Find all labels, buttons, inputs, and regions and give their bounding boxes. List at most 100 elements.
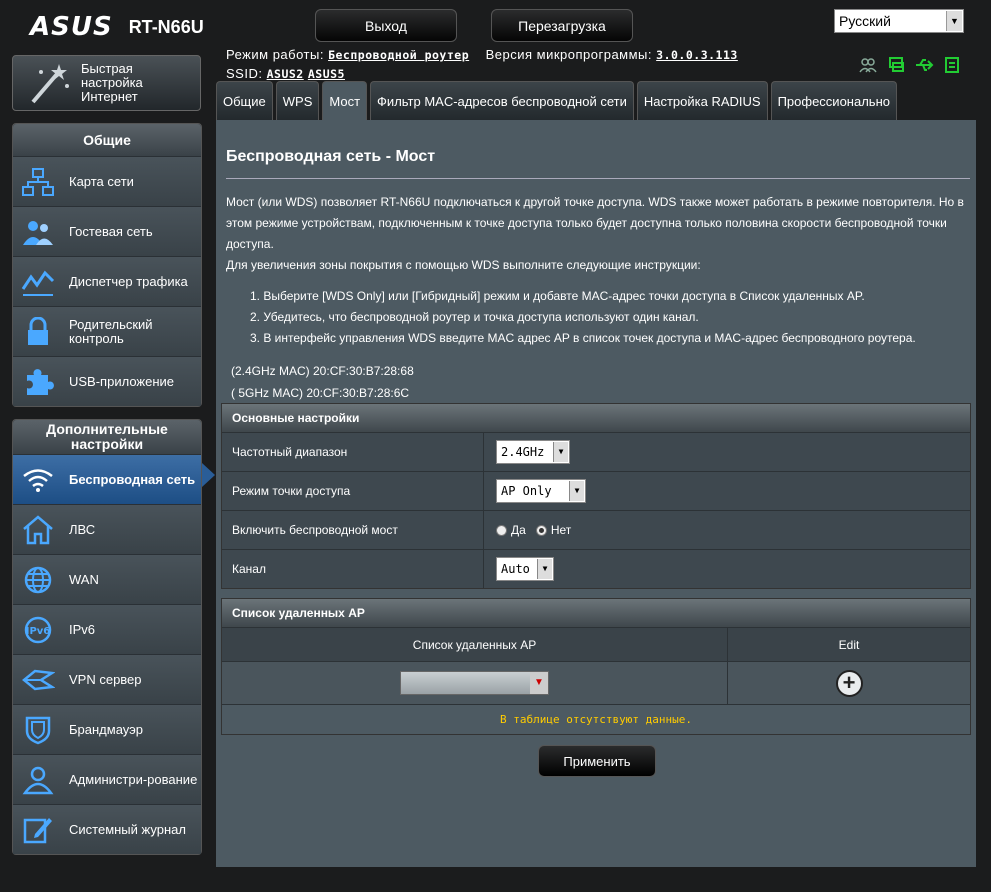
lock-icon (21, 315, 55, 349)
model-name: RT-N66U (128, 16, 204, 37)
empty-table-message: В таблице отсутствуют данные. (222, 704, 970, 734)
tab-general[interactable]: Общие (216, 81, 273, 120)
tab-bridge[interactable]: Мост (322, 81, 368, 120)
sidebar-item-network-map[interactable]: Карта сети (13, 156, 201, 206)
sidebar-item-label: Брандмауэр (69, 721, 143, 737)
ap-mode-select[interactable]: AP Only ▼ (496, 479, 586, 503)
operation-info: Режим работы: Беспроводной роутер Версия… (226, 47, 738, 62)
ipv6-icon: IPv6 (21, 613, 55, 647)
network-status-icon[interactable] (886, 55, 906, 75)
remote-ap-title: Список удаленных AP (222, 599, 970, 627)
description: Мост (или WDS) позволяет RT-N66U подключ… (226, 192, 976, 276)
sidebar-item-usb-app[interactable]: USB-приложение (13, 356, 201, 406)
page-title: Беспроводная сеть - Мост (226, 148, 436, 165)
quick-setup-button[interactable]: Быстрая настройка Интернет (12, 55, 201, 111)
table-header-row: Список удаленных AP Edit (222, 627, 970, 661)
description-text: Мост (или WDS) позволяет RT-N66U подключ… (226, 195, 964, 251)
chevron-down-icon: ▼ (946, 11, 962, 31)
sidebar-item-administration[interactable]: Администри-рование (13, 754, 201, 804)
edit-column: Edit (838, 637, 860, 652)
reboot-button[interactable]: Перезагрузка (491, 9, 633, 42)
basic-settings-title: Основные настройки (222, 404, 970, 432)
remote-ap-column: Список удаленных AP (222, 628, 728, 661)
sidebar-item-label: ЛВС (69, 521, 96, 537)
step-item: 2. Убедитесь, что беспроводной роутер и … (250, 310, 699, 324)
sidebar-item-label: Беспроводная сеть (69, 471, 196, 487)
mac-5ghz: ( 5GHz MAC) 20:CF:30:B7:28:6C (231, 386, 410, 400)
chevron-down-icon: ▼ (569, 481, 584, 501)
sidebar-item-label: USB-приложение (69, 373, 175, 389)
language-select[interactable]: Русский ▼ (834, 9, 964, 33)
sidebar-general: Общие Карта сети Гостевая сеть Диспетчер… (12, 123, 202, 407)
channel-select[interactable]: Auto ▼ (496, 557, 554, 581)
log-edit-icon (21, 813, 55, 847)
language-value: Русский (839, 13, 891, 29)
sidebar-item-label: Родительский контроль (69, 316, 153, 346)
guest-network-icon (21, 215, 55, 249)
logout-button[interactable]: Выход (315, 9, 457, 42)
tab-radius[interactable]: Настройка RADIUS (636, 81, 768, 120)
firmware-link[interactable]: 3.0.0.3.113 (656, 48, 738, 62)
tab-professional[interactable]: Профессионально (770, 81, 897, 120)
mode-link[interactable]: Беспроводной роутер (328, 48, 469, 62)
add-ap-button[interactable]: + (835, 669, 863, 697)
bridge-no-label: Нет (550, 523, 572, 537)
sidebar-item-label: IPv6 (69, 621, 96, 637)
tab-mac-filter[interactable]: Фильтр MAC-адресов беспроводной сети (370, 81, 634, 120)
tab-wps[interactable]: WPS (275, 81, 320, 120)
table-row: Включить беспроводной мост Да Нет (222, 510, 970, 549)
band-value: 2.4GHz (501, 445, 545, 459)
sidebar-item-parental-control[interactable]: Родительский контроль (13, 306, 201, 356)
instruction-steps: 1. Выберите [WDS Only] или [Гибридный] р… (250, 286, 916, 349)
step-item: 3. В интерфейс управления WDS введите MA… (250, 331, 916, 345)
table-row: ▼ + (222, 661, 970, 704)
network-map-icon (21, 165, 55, 199)
sidebar-item-ipv6[interactable]: IPv6 IPv6 (13, 604, 201, 654)
usb-icon[interactable] (914, 55, 934, 75)
sidebar-item-label: VPN сервер (69, 671, 142, 687)
sidebar-item-label: WAN (69, 571, 99, 587)
bridge-label: Включить беспроводной мост (222, 511, 484, 549)
channel-value: Auto (501, 562, 530, 576)
step-item: 1. Выберите [WDS Only] или [Гибридный] р… (250, 289, 865, 303)
bridge-yes-radio[interactable] (496, 524, 507, 536)
sidebar-item-firewall[interactable]: Брандмауэр (13, 704, 201, 754)
active-indicator (202, 463, 215, 487)
bridge-no-radio[interactable] (535, 524, 547, 536)
remote-ap-input[interactable]: ▼ (400, 671, 549, 695)
main-panel: Беспроводная сеть - Мост Мост (или WDS) … (216, 120, 976, 867)
sidebar-item-label: Администри-рование (69, 771, 198, 787)
ssid-link-2[interactable]: ASUS5 (308, 67, 345, 81)
svg-text:IPv6: IPv6 (26, 626, 51, 637)
apply-button[interactable]: Применить (538, 745, 656, 777)
table-row: Частотный диапазон 2.4GHz ▼ (222, 432, 970, 471)
sidebar-advanced: Дополнительные настройки Беспроводная се… (12, 419, 202, 855)
sidebar-item-vpn[interactable]: VPN сервер (13, 654, 201, 704)
sidebar-item-traffic-manager[interactable]: Диспетчер трафика (13, 256, 201, 306)
instructions-intro: Для увеличения зоны покрытия с помощью W… (226, 258, 701, 272)
chevron-down-icon: ▼ (537, 559, 552, 579)
mac-24ghz: (2.4GHz MAC) 20:CF:30:B7:28:68 (231, 364, 414, 378)
sidebar-item-wireless[interactable]: Беспроводная сеть (13, 454, 201, 504)
puzzle-icon (21, 365, 55, 399)
sidebar-item-wan[interactable]: WAN (13, 554, 201, 604)
tab-bar: Общие WPS Мост Фильтр MAC-адресов беспро… (216, 81, 897, 120)
band-label: Частотный диапазон (222, 433, 484, 471)
sidebar-item-lan[interactable]: ЛВС (13, 504, 201, 554)
clients-icon[interactable] (858, 55, 878, 75)
sidebar-item-guest-network[interactable]: Гостевая сеть (13, 206, 201, 256)
sidebar-general-title: Общие (13, 124, 201, 156)
home-icon (21, 513, 55, 547)
sidebar-item-label: Диспетчер трафика (69, 273, 188, 289)
sidebar-item-system-log[interactable]: Системный журнал (13, 804, 201, 854)
wifi-icon (21, 463, 55, 497)
shield-icon (21, 713, 55, 747)
remote-ap-table: Список удаленных AP Список удаленных AP … (221, 598, 971, 735)
sidebar-advanced-title: Дополнительные настройки (13, 420, 201, 454)
ssid-label: SSID: (226, 66, 263, 81)
printer-icon[interactable] (942, 55, 962, 75)
ssid-link-1[interactable]: ASUS2 (267, 67, 304, 81)
band-select[interactable]: 2.4GHz ▼ (496, 440, 570, 464)
firmware-label: Версия микропрограммы: (485, 47, 653, 62)
ap-mode-label: Режим точки доступа (222, 472, 484, 510)
